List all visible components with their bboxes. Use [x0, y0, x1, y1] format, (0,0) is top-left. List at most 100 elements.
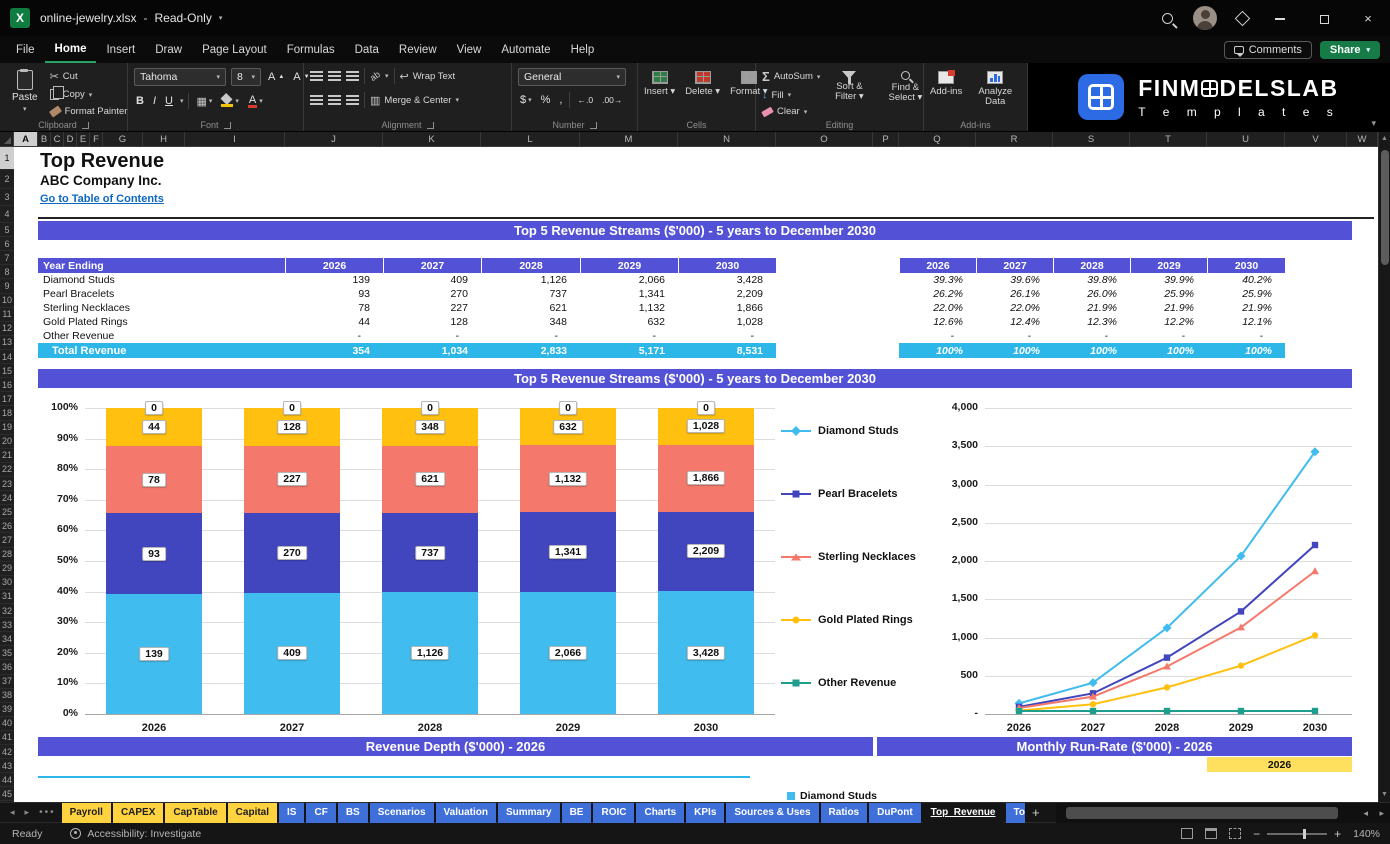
row-label-gold-plated-rings[interactable]: Gold Plated Rings — [38, 315, 285, 329]
horizontal-scrollbar[interactable]: ◂ ▸ — [1056, 803, 1390, 823]
tab-payroll[interactable]: Payroll — [62, 803, 111, 823]
tab-list-icon[interactable]: ••• — [35, 807, 60, 818]
value-cell[interactable]: 3,428 — [678, 273, 776, 287]
column-header-L[interactable]: L — [481, 132, 580, 146]
value-cell[interactable]: - — [678, 329, 776, 343]
pct-cell[interactable]: 39.6% — [976, 273, 1053, 287]
pct-cell[interactable]: 22.0% — [899, 301, 976, 315]
row-header-3[interactable]: 3 — [0, 189, 14, 206]
toc-link[interactable]: Go to Table of Contents — [40, 193, 164, 205]
tab-be[interactable]: BE — [562, 803, 592, 823]
insert-cells-button[interactable]: Insert ▾ — [644, 71, 675, 97]
pct-cell[interactable]: - — [976, 329, 1053, 343]
row-header-31[interactable]: 31 — [0, 590, 14, 604]
row-header-17[interactable]: 17 — [0, 392, 14, 406]
tab-cf[interactable]: CF — [306, 803, 335, 823]
row-header-39[interactable]: 39 — [0, 703, 14, 717]
menu-insert[interactable]: Insert — [96, 36, 145, 63]
menu-home[interactable]: Home — [45, 36, 97, 63]
column-header-B[interactable]: B — [38, 132, 51, 146]
pct-cell[interactable]: - — [1130, 329, 1207, 343]
row-header-36[interactable]: 36 — [0, 660, 14, 674]
paste-button[interactable]: Paste▾ — [6, 68, 44, 116]
spreadsheet-grid[interactable]: 1234567891011121314151617181920212223242… — [0, 147, 1378, 802]
column-header-P[interactable]: P — [873, 132, 899, 146]
menu-view[interactable]: View — [447, 36, 492, 63]
pct-cell[interactable]: 12.1% — [1207, 315, 1285, 329]
value-cell[interactable]: 128 — [383, 315, 481, 329]
tab-top-revenue[interactable]: Top_Revenue — [923, 803, 1004, 823]
pct-cell[interactable]: - — [899, 329, 976, 343]
row-header-21[interactable]: 21 — [0, 449, 14, 463]
pct-cell[interactable]: 12.6% — [899, 315, 976, 329]
tab-capital[interactable]: Capital — [228, 803, 277, 823]
banner-revenue-streams-chart[interactable]: Top 5 Revenue Streams ($'000) - 5 years … — [38, 369, 1352, 388]
row-header-33[interactable]: 33 — [0, 618, 14, 632]
row-header-23[interactable]: 23 — [0, 477, 14, 491]
pct-cell[interactable]: 22.0% — [976, 301, 1053, 315]
page-title[interactable]: Top Revenue — [40, 150, 164, 173]
maximize-button[interactable] — [1312, 11, 1336, 26]
value-cell[interactable]: 78 — [285, 301, 383, 315]
column-header-O[interactable]: O — [776, 132, 873, 146]
dialog-launcher-icon[interactable] — [427, 122, 434, 129]
pct-cell[interactable]: 39.8% — [1053, 273, 1130, 287]
column-header-F[interactable]: F — [90, 132, 103, 146]
tab-bs[interactable]: BS — [338, 803, 368, 823]
total-pct[interactable]: 100% — [899, 343, 976, 358]
column-header-V[interactable]: V — [1285, 132, 1347, 146]
year-header-2027[interactable]: 2027 — [383, 258, 481, 273]
orientation-icon[interactable]: ab — [368, 69, 382, 83]
format-painter-button[interactable]: Format Painter — [50, 106, 128, 117]
column-header-A[interactable]: A — [14, 132, 38, 146]
pct-cell[interactable]: 25.9% — [1207, 287, 1285, 301]
row-header-12[interactable]: 12 — [0, 322, 14, 336]
tab-roic[interactable]: ROIC — [593, 803, 634, 823]
tab-sources-uses[interactable]: Sources & Uses — [726, 803, 818, 823]
pct-year-header-2028[interactable]: 2028 — [1053, 258, 1130, 273]
column-header-N[interactable]: N — [678, 132, 776, 146]
pct-cell[interactable]: 26.1% — [976, 287, 1053, 301]
revenue-pct-table[interactable]: 2026202720282029203039.3%39.6%39.8%39.9%… — [899, 258, 1285, 358]
autosum-button[interactable]: ΣAutoSum▾ — [762, 69, 820, 84]
align-top-icon[interactable] — [310, 71, 323, 81]
page-layout-view-button[interactable] — [1205, 828, 1217, 839]
value-cell[interactable]: 409 — [383, 273, 481, 287]
scroll-down-icon[interactable]: ▼ — [1379, 788, 1390, 802]
menu-review[interactable]: Review — [389, 36, 447, 63]
avatar[interactable] — [1193, 6, 1217, 30]
row-header-1[interactable]: 1 — [0, 147, 14, 170]
pct-cell[interactable]: 12.4% — [976, 315, 1053, 329]
menu-formulas[interactable]: Formulas — [277, 36, 345, 63]
close-button[interactable]: × — [1356, 11, 1380, 26]
tab-ratios[interactable]: Ratios — [821, 803, 868, 823]
row-header-43[interactable]: 43 — [0, 759, 14, 773]
row-header-20[interactable]: 20 — [0, 435, 14, 449]
pct-year-header-2030[interactable]: 2030 — [1207, 258, 1285, 273]
row-header-18[interactable]: 18 — [0, 406, 14, 420]
column-header-T[interactable]: T — [1130, 132, 1207, 146]
row-header-6[interactable]: 6 — [0, 237, 14, 251]
value-cell[interactable]: 93 — [285, 287, 383, 301]
row-header-19[interactable]: 19 — [0, 421, 14, 435]
row-header-10[interactable]: 10 — [0, 294, 14, 308]
year-ending-header[interactable]: Year Ending — [38, 258, 285, 273]
value-cell[interactable]: - — [285, 329, 383, 343]
row-header-8[interactable]: 8 — [0, 265, 14, 279]
comments-button[interactable]: Comments — [1224, 41, 1312, 59]
row-header-5[interactable]: 5 — [0, 223, 14, 237]
row-header-9[interactable]: 9 — [0, 279, 14, 293]
hscroll-left-icon[interactable]: ◂ — [1363, 803, 1368, 823]
tab-valuation[interactable]: Valuation — [436, 803, 496, 823]
tab-summary[interactable]: Summary — [498, 803, 560, 823]
row-header-15[interactable]: 15 — [0, 364, 14, 378]
column-header-W[interactable]: W — [1347, 132, 1378, 146]
clear-button[interactable]: Clear▾ — [762, 106, 820, 117]
tab-capex[interactable]: CAPEX — [113, 803, 163, 823]
row-header-35[interactable]: 35 — [0, 646, 14, 660]
delete-cells-button[interactable]: Delete ▾ — [685, 71, 720, 97]
column-header-C[interactable]: C — [51, 132, 64, 146]
hscroll-right-icon[interactable]: ▸ — [1379, 803, 1384, 823]
addins-button[interactable]: Add-ins — [930, 71, 962, 97]
row-header-30[interactable]: 30 — [0, 576, 14, 590]
